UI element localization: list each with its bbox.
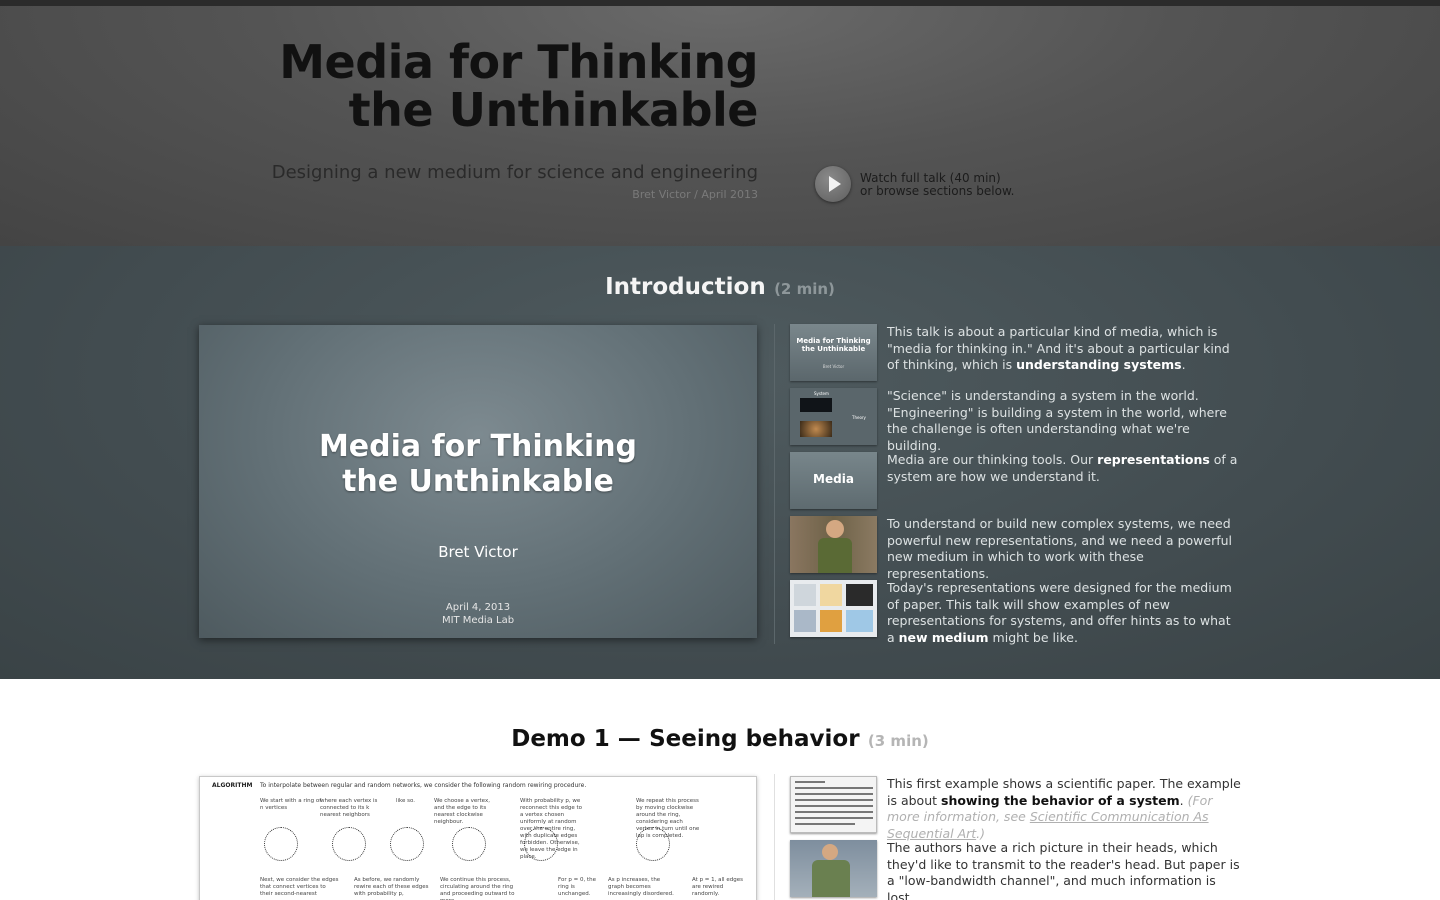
header: Media for Thinking the Unthinkable Desig… — [0, 6, 1440, 246]
algorithm-step: We choose a vertex, and the edge to its … — [434, 798, 490, 825]
section-heading-introduction: Introduction (2 min) — [0, 272, 1440, 300]
slide-title-line-1: Media for Thinking — [318, 429, 638, 464]
introduction-section: Introduction (2 min) Media for Thinking … — [0, 246, 1440, 679]
ring-diagram — [636, 827, 670, 861]
algorithm-intro: To interpolate between regular and rando… — [260, 782, 587, 789]
algorithm-note: As before, we randomly rewire each of th… — [354, 877, 429, 897]
vertical-divider — [774, 324, 775, 644]
demo1-section: Demo 1 — Seeing behavior (3 min) ALGORIT… — [0, 679, 1440, 900]
slide-title: Media for Thinking the Unthinkable — [199, 429, 757, 499]
list-item: System Theory "Science" is understanding… — [790, 388, 1245, 453]
slide-venue: MIT Media Lab — [441, 615, 515, 626]
algorithm-note: Next, we consider the edges that connect… — [260, 877, 339, 897]
ring-diagram — [332, 827, 366, 861]
thumb-system-label: System — [814, 391, 829, 396]
page-title: Media for Thinking the Unthinkable — [279, 38, 758, 134]
section-title: Introduction — [605, 274, 766, 300]
section-duration: (3 min) — [867, 732, 929, 750]
algorithm-step: We start with a ring of n vertices — [260, 798, 322, 811]
ring-diagram — [390, 827, 424, 861]
item-description: Media are our thinking tools. Our repres… — [887, 452, 1238, 484]
section-duration: (2 min) — [774, 280, 835, 298]
item-description: Today's representations were designed fo… — [887, 580, 1232, 645]
play-button[interactable] — [815, 166, 851, 202]
ring-diagram — [524, 827, 558, 861]
watch-full-talk-link[interactable]: Watch full talk (40 min) or browse secti… — [860, 172, 1014, 198]
slide-date-text: April 4, 2013 — [445, 602, 511, 613]
algorithm-note: At p = 1, all edges are rewired randomly… — [692, 877, 743, 897]
byline: Bret Victor / April 2013 — [632, 188, 758, 201]
slide-title-line-2: the Unthinkable — [342, 464, 614, 499]
thumb-media-label: Media — [813, 472, 854, 486]
intro-video-slide[interactable]: Media for Thinking the Unthinkable Bret … — [199, 325, 757, 638]
algorithm-note: For p = 0, the ring is unchanged. — [558, 877, 596, 897]
item-description: This talk is about a particular kind of … — [887, 324, 1230, 372]
thumbnail-system[interactable]: System Theory — [790, 388, 877, 445]
thumbnail-media[interactable]: Media — [790, 452, 877, 509]
algorithm-note: We continue this process, circulating ar… — [440, 877, 515, 900]
title-line-1: Media for Thinking — [279, 35, 758, 89]
slide-author: Bret Victor — [438, 543, 518, 561]
speaker-head — [826, 520, 844, 538]
algorithm-step: where each vertex is connected to its k … — [320, 798, 378, 818]
watch-line-2: or browse sections below. — [860, 184, 1015, 198]
list-item: To understand or build new complex syste… — [790, 516, 1245, 581]
thumb-screen-image — [800, 398, 832, 412]
algorithm-label: ALGORITHM — [212, 782, 253, 789]
ring-diagram — [452, 827, 486, 861]
list-item: Media for Thinking the Unthinkable Bret … — [790, 324, 1245, 384]
thumb-subtitle-text: Bret Victor — [822, 364, 845, 369]
vertical-divider — [774, 774, 775, 900]
thumbnail-speaker[interactable] — [790, 840, 877, 897]
item-description: To understand or build new complex syste… — [887, 516, 1233, 581]
thumb-theory-label: Theory — [852, 415, 866, 420]
title-line-2: the Unthinkable — [348, 83, 759, 137]
speaker-body — [812, 860, 850, 897]
ring-diagram — [264, 827, 298, 861]
paper-figure-video[interactable]: ALGORITHM To interpolate between regular… — [199, 776, 757, 900]
thumb-title-text: Media for Thinking the Unthinkable — [796, 337, 871, 353]
thumbnail-representations-collage[interactable] — [790, 580, 877, 637]
section-title: Seeing behavior — [649, 726, 860, 752]
thumbnail-speaker[interactable] — [790, 516, 877, 573]
list-item: This first example shows a scientific pa… — [790, 776, 1245, 841]
thumbnail-paper[interactable] — [790, 776, 877, 833]
section-prefix: Demo 1 — — [511, 726, 641, 752]
slide-date: April 4, 2013 MIT Media Lab — [199, 601, 757, 627]
page-subtitle: Designing a new medium for science and e… — [271, 162, 758, 183]
section-heading-demo1: Demo 1 — Seeing behavior (3 min) — [0, 724, 1440, 752]
item-description: "Science" is understanding a system in t… — [887, 388, 1227, 453]
play-icon — [829, 176, 841, 192]
item-description: The authors have a rich picture in their… — [887, 840, 1240, 900]
item-description: This first example shows a scientific pa… — [887, 776, 1241, 841]
list-item: Media Media are our thinking tools. Our … — [790, 452, 1245, 512]
algorithm-note: As p increases, the graph becomes increa… — [608, 877, 674, 897]
list-item: Today's representations were designed fo… — [790, 580, 1245, 650]
speaker-body — [818, 538, 852, 573]
thumb-engine-image — [800, 421, 832, 437]
list-item: The authors have a rich picture in their… — [790, 840, 1245, 900]
thumbnail-title-slide[interactable]: Media for Thinking the Unthinkable Bret … — [790, 324, 877, 381]
speaker-head — [822, 844, 838, 860]
